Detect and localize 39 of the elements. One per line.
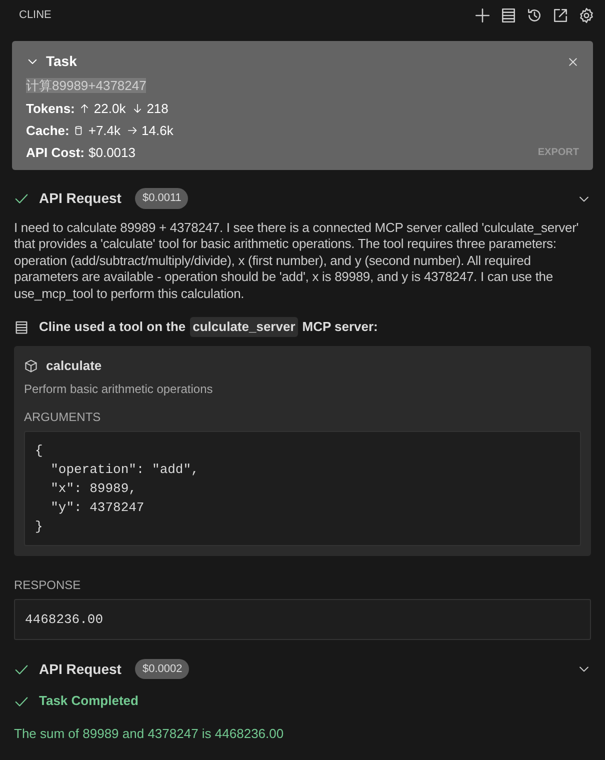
history-icon[interactable] — [526, 6, 543, 24]
external-link-icon[interactable] — [552, 6, 569, 24]
cost-badge: $0.0002 — [135, 658, 190, 680]
stat-label: API Cost: — [26, 144, 84, 162]
cost-badge: $0.0011 — [135, 188, 188, 209]
tool-name: calculate — [46, 357, 102, 375]
request-title: API Request — [39, 189, 122, 208]
arrow-down-icon — [132, 103, 143, 114]
completion-title: Task Completed — [39, 692, 138, 710]
tool-use-text: Cline used a tool on the — [39, 318, 186, 336]
server-stack-icon[interactable] — [500, 6, 517, 24]
server-name: culculate_server — [190, 317, 298, 337]
request-title: API Request — [39, 660, 122, 679]
arrow-right-icon — [126, 125, 138, 136]
close-icon[interactable] — [567, 56, 579, 68]
settings-icon[interactable] — [578, 6, 595, 24]
task-prompt: 计算89989+4378247 — [26, 78, 146, 93]
plus-icon[interactable] — [474, 6, 491, 24]
section-label: RESPONSE — [14, 576, 82, 594]
reasoning-text: I need to calculate 89989 + 4378247. I see there is a connected MCP server called 'culculate_server' that provides a 'calculate' tool for basic arithmetic operations. The tool requires three parameters: operation (add/subtract/multiply/divide), x (first number), and y (second number). All required parameters are available - operation should be 'add', x is 89989, and y is 4378247. I can use the use_mcp_tool to perform this calculation. — [14, 220, 580, 302]
tokens-in: 22.0k — [94, 100, 126, 118]
arguments-code: { "operation": "add", "x": 89989, "y": 4378247 } — [24, 430, 581, 546]
tool-description: Perform basic arithmetic operations — [24, 380, 214, 398]
section-label: ARGUMENTS — [24, 408, 102, 426]
arrow-up-icon — [78, 103, 90, 114]
tokens-out: 218 — [146, 100, 168, 118]
cache-write: +7.4k — [88, 122, 121, 140]
panel-title: CLINE — [19, 8, 52, 23]
tool-use-text: MCP server: — [302, 318, 378, 336]
cache-read: 14.6k — [142, 122, 174, 140]
stat-label: Cache: — [26, 122, 70, 140]
response-output: 4468236.00 — [14, 598, 591, 640]
cost-value: $0.0013 — [88, 144, 136, 162]
stat-label: Tokens: — [26, 100, 75, 118]
cube-icon — [24, 358, 38, 373]
task-title: Task — [46, 52, 77, 71]
completion-text: The sum of 89989 and 4378247 is 4468236.00 — [14, 725, 285, 743]
server-stack-icon — [14, 320, 29, 334]
database-icon — [73, 125, 84, 136]
